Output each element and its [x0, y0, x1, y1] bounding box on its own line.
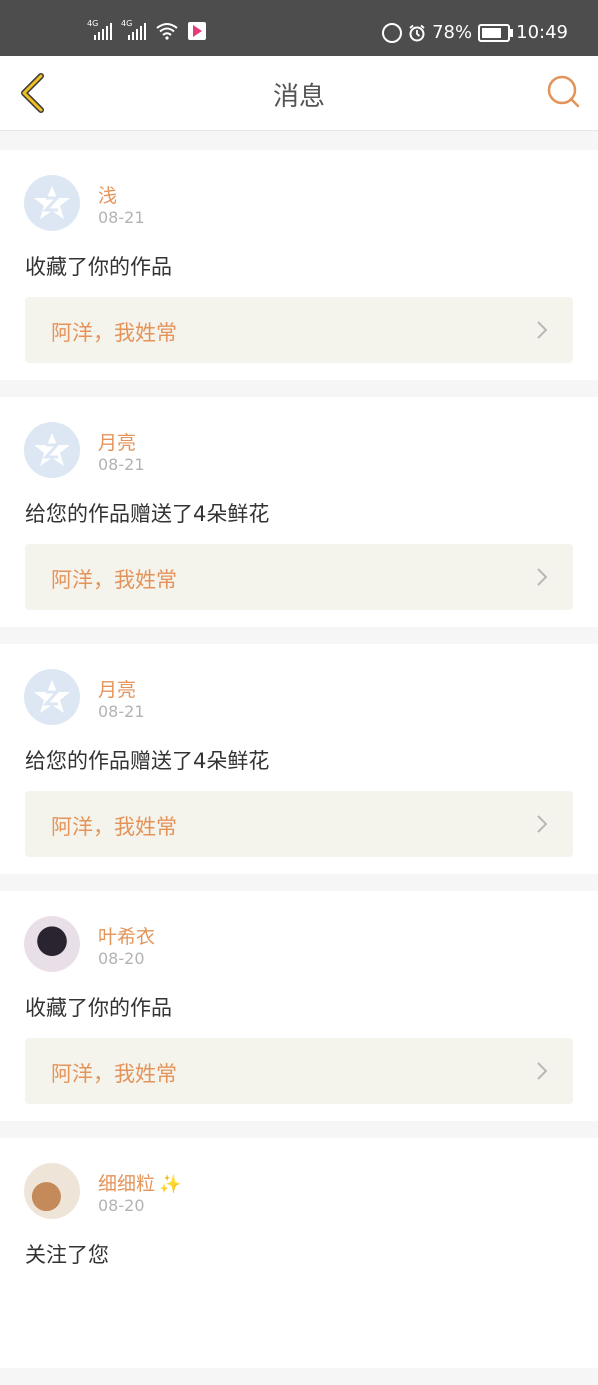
message-card: 浅 08-21 收藏了你的作品 阿洋，我姓常 [0, 150, 598, 380]
message-card: 细细粒 ✨ 08-20 关注了您 [0, 1138, 598, 1368]
avatar[interactable] [24, 669, 80, 725]
avatar[interactable] [24, 175, 80, 231]
search-icon[interactable] [544, 72, 582, 110]
work-link[interactable]: 阿洋，我姓常 [25, 791, 573, 857]
chevron-right-icon [537, 815, 548, 833]
message-action: 给您的作品赠送了4朵鲜花 [25, 749, 270, 773]
network-type-label: 4G [87, 19, 99, 28]
message-date: 08-21 [98, 702, 145, 721]
message-date: 08-21 [98, 455, 145, 474]
chevron-right-icon [537, 568, 548, 586]
battery-icon [478, 23, 514, 42]
signal-icon-sim2: 4G [121, 19, 146, 40]
username-text: 细细粒 [98, 1173, 156, 1195]
message-card: 月亮 08-21 给您的作品赠送了4朵鲜花 阿洋，我姓常 [0, 644, 598, 874]
work-title: 阿洋，我姓常 [51, 1062, 177, 1086]
message-action: 给您的作品赠送了4朵鲜花 [25, 502, 270, 526]
chevron-right-icon [537, 1062, 548, 1080]
message-action: 收藏了你的作品 [25, 996, 172, 1020]
status-left: 4G 4G [87, 19, 206, 40]
username[interactable]: 细细粒 ✨ [98, 1169, 181, 1196]
avatar[interactable] [24, 916, 80, 972]
username[interactable]: 浅 [98, 181, 117, 208]
app-notification-icon [188, 22, 206, 40]
default-avatar-icon [34, 680, 70, 713]
status-right: 78% 10:49 [382, 22, 568, 43]
battery-percent: 78% [432, 22, 473, 43]
work-title: 阿洋，我姓常 [51, 321, 177, 345]
data-saver-icon [382, 22, 403, 43]
message-date: 08-20 [98, 949, 145, 968]
default-avatar-icon [34, 433, 70, 466]
work-link[interactable]: 阿洋，我姓常 [25, 297, 573, 363]
status-bar: 4G 4G 78% 10:49 [0, 0, 598, 56]
avatar[interactable] [24, 422, 80, 478]
signal-icon-sim1: 4G [87, 19, 112, 40]
message-action: 关注了您 [25, 1243, 109, 1267]
nav-bar: 消息 [0, 56, 598, 131]
message-date: 08-21 [98, 208, 145, 227]
message-card: 叶希衣 08-20 收藏了你的作品 阿洋，我姓常 [0, 891, 598, 1121]
battery-fill [482, 27, 501, 38]
work-link[interactable]: 阿洋，我姓常 [25, 1038, 573, 1104]
clock: 10:49 [516, 22, 568, 43]
message-card: 月亮 08-21 给您的作品赠送了4朵鲜花 阿洋，我姓常 [0, 397, 598, 627]
username[interactable]: 月亮 [98, 675, 136, 702]
chevron-right-icon [537, 321, 548, 339]
alarm-icon [409, 24, 425, 41]
work-link[interactable]: 阿洋，我姓常 [25, 544, 573, 610]
default-avatar-icon [34, 186, 70, 219]
message-list[interactable]: 浅 08-21 收藏了你的作品 阿洋，我姓常 月亮 08-21 给您的作品赠送了… [0, 150, 598, 1385]
username[interactable]: 叶希衣 [98, 922, 155, 949]
work-title: 阿洋，我姓常 [51, 815, 177, 839]
network-type-label: 4G [121, 19, 133, 28]
wifi-icon [156, 23, 178, 40]
work-title: 阿洋，我姓常 [51, 568, 177, 592]
message-action: 收藏了你的作品 [25, 255, 172, 279]
message-date: 08-20 [98, 1196, 145, 1215]
avatar[interactable] [24, 1163, 80, 1219]
username[interactable]: 月亮 [98, 428, 136, 455]
page-title: 消息 [272, 82, 325, 112]
sparkle-icon: ✨ [159, 1174, 182, 1195]
